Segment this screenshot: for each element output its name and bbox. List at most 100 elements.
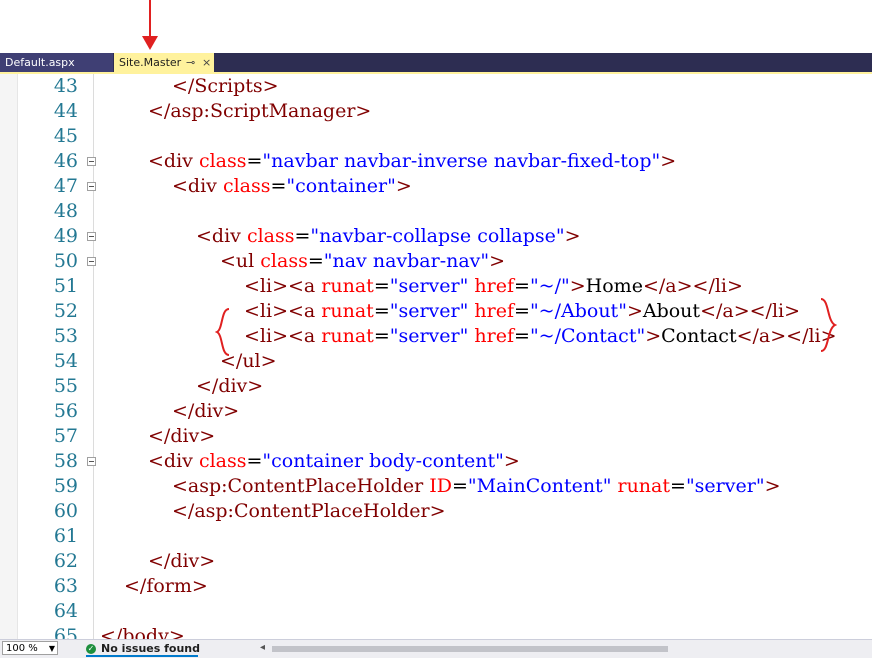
code-line[interactable]: 61	[0, 524, 872, 549]
code-line[interactable]: 56 </div>	[0, 399, 872, 424]
code-token: </div>	[196, 375, 264, 397]
issues-text: No issues found	[101, 642, 201, 655]
code-text: </div>	[172, 399, 239, 424]
code-line[interactable]: 64	[0, 599, 872, 624]
code-token: runat	[321, 275, 374, 297]
line-number: 65	[53, 625, 78, 639]
code-text: </form>	[124, 574, 208, 599]
chevron-down-icon: ▼	[48, 644, 55, 653]
code-token: <div	[196, 225, 247, 247]
line-number: 64	[53, 600, 78, 622]
code-token: Contact	[661, 325, 737, 347]
code-token: About	[642, 300, 701, 322]
line-number: 45	[53, 125, 78, 147]
code-token: =	[514, 325, 530, 347]
code-line[interactable]: 65 </body>	[0, 624, 872, 639]
line-number: 54	[53, 350, 78, 372]
annotation-arrow-icon	[142, 36, 158, 50]
code-token: =	[294, 225, 311, 247]
close-icon[interactable]: ×	[202, 53, 211, 72]
collapse-icon[interactable]	[87, 257, 96, 266]
code-token: =	[373, 300, 390, 322]
pin-icon[interactable]: ⊸	[186, 53, 195, 72]
tab-default-aspx[interactable]: Default.aspx	[0, 53, 113, 72]
code-token: </div>	[148, 425, 216, 447]
line-number: 59	[53, 475, 78, 497]
code-line[interactable]: 44 </asp:ScriptManager>	[0, 99, 872, 124]
collapse-icon[interactable]	[87, 232, 96, 241]
code-token: =	[246, 150, 263, 172]
code-token: =	[451, 475, 468, 497]
code-token: >	[503, 450, 520, 472]
annotation-brace-left-icon	[215, 308, 230, 356]
code-token: =	[670, 475, 686, 497]
code-line[interactable]: 48	[0, 199, 872, 224]
tab-site-master[interactable]: Site.Master ⊸ ×	[114, 53, 214, 72]
code-token: "navbar navbar-inverse navbar-fixed-top"	[262, 150, 661, 172]
tab-label: Site.Master	[119, 56, 182, 69]
code-line[interactable]: 47 <div class="container">	[0, 174, 872, 199]
line-number: 56	[53, 400, 78, 422]
code-token: <asp:ContentPlaceHolder	[172, 475, 430, 497]
code-line[interactable]: 63 </form>	[0, 574, 872, 599]
code-token: <li><a	[244, 300, 322, 322]
code-text: <div class="container">	[172, 174, 412, 199]
code-token: <ul	[220, 250, 261, 272]
line-number: 49	[53, 225, 78, 247]
code-line[interactable]: 49 <div class="navbar-collapse collapse">	[0, 224, 872, 249]
code-line[interactable]: 52 <li><a runat="server" href="~/About">A…	[0, 299, 872, 324]
line-number: 63	[53, 575, 78, 597]
code-line[interactable]: 57 </div>	[0, 424, 872, 449]
code-token: =	[307, 250, 324, 272]
code-line[interactable]: 53 <li><a runat="server" href="~/Contact"…	[0, 324, 872, 349]
code-text: </asp:ScriptManager>	[148, 99, 371, 124]
code-text: <li><a runat="server" href="~/About">Abo…	[244, 299, 800, 324]
code-token: =	[246, 450, 263, 472]
code-text: <div class="container body-content">	[148, 449, 520, 474]
code-line[interactable]: 60 </asp:ContentPlaceHolder>	[0, 499, 872, 524]
collapse-icon[interactable]	[87, 457, 96, 466]
collapse-icon[interactable]	[87, 157, 96, 166]
code-line[interactable]: 62 </div>	[0, 549, 872, 574]
code-token: </div>	[148, 550, 216, 572]
collapse-icon[interactable]	[87, 182, 96, 191]
code-token: >	[564, 225, 581, 247]
code-token: >	[660, 150, 677, 172]
code-text: </body>	[100, 624, 185, 639]
code-line[interactable]: 50 <ul class="nav navbar-nav">	[0, 249, 872, 274]
code-token: </asp:ScriptManager>	[148, 100, 372, 122]
code-token: </asp:ContentPlaceHolder>	[172, 500, 446, 522]
line-number: 50	[53, 250, 78, 272]
line-number: 60	[53, 500, 78, 522]
code-token: ID	[429, 475, 452, 497]
check-circle-icon: ✓	[86, 644, 96, 654]
code-line[interactable]: 45	[0, 124, 872, 149]
code-token: "server"	[389, 325, 469, 347]
code-token: "server"	[389, 275, 469, 297]
code-line[interactable]: 55 </div>	[0, 374, 872, 399]
line-number: 61	[53, 525, 78, 547]
code-token: runat	[617, 475, 671, 497]
code-token: "~/About"	[529, 300, 627, 322]
code-text: </div>	[148, 549, 215, 574]
code-token: <div	[172, 175, 223, 197]
code-token: <div	[148, 150, 199, 172]
code-line[interactable]: 46 <div class="navbar navbar-inverse navb…	[0, 149, 872, 174]
scrollbar-thumb[interactable]	[272, 646, 668, 652]
code-token: "MainContent"	[467, 475, 612, 497]
horizontal-scrollbar[interactable]: ◂	[260, 642, 872, 653]
line-number: 57	[53, 425, 78, 447]
code-line[interactable]: 59 <asp:ContentPlaceHolder ID="MainConten…	[0, 474, 872, 499]
code-token: "navbar-collapse collapse"	[310, 225, 565, 247]
code-line[interactable]: 43 </Scripts>	[0, 74, 872, 99]
code-line[interactable]: 54 </ul>	[0, 349, 872, 374]
code-token: href	[474, 275, 515, 297]
code-line[interactable]: 51 <li><a runat="server" href="~/">Home</…	[0, 274, 872, 299]
tab-label: Default.aspx	[5, 56, 75, 69]
code-text: </Scripts>	[172, 74, 279, 99]
code-line[interactable]: 58 <div class="container body-content">	[0, 449, 872, 474]
code-editor[interactable]: 43 </Scripts> 44 </asp:ScriptManager> 45 46 <d…	[0, 74, 872, 639]
scroll-left-icon[interactable]: ◂	[260, 642, 265, 653]
code-token: <div	[148, 450, 199, 472]
zoom-dropdown[interactable]: 100 % ▼	[2, 641, 58, 655]
